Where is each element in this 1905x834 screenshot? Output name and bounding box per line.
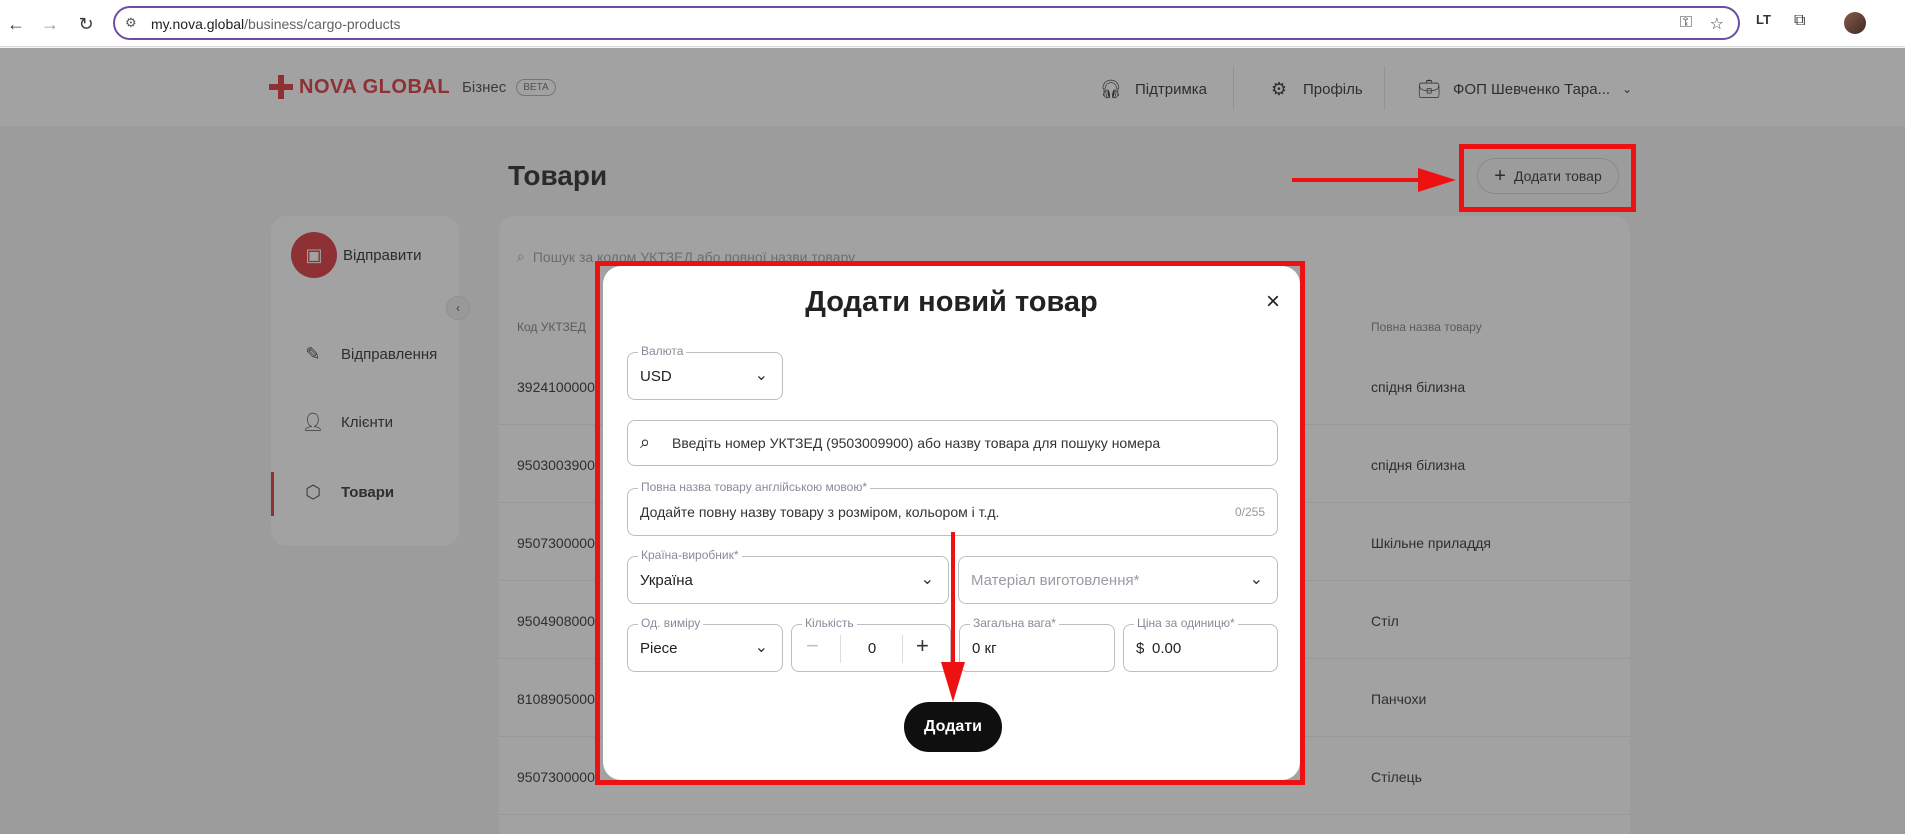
arrow-down-annotation bbox=[941, 532, 965, 702]
highlight-add-product bbox=[1459, 144, 1636, 212]
highlight-modal bbox=[595, 261, 1305, 785]
url-text: my.nova.global/business/cargo-products bbox=[151, 16, 401, 32]
translate-extension-icon[interactable]: LT bbox=[1756, 12, 1771, 27]
profile-avatar[interactable] bbox=[1844, 12, 1866, 34]
arrow-right-annotation bbox=[1292, 168, 1456, 192]
key-icon[interactable]: ⚿ bbox=[1680, 14, 1692, 32]
browser-toolbar: ← → ↻ ⚙ my.nova.global/business/cargo-pr… bbox=[0, 0, 1905, 47]
star-icon[interactable]: ☆ bbox=[1710, 14, 1724, 34]
address-bar[interactable]: ⚙ my.nova.global/business/cargo-products… bbox=[113, 6, 1740, 40]
reload-icon[interactable]: ↻ bbox=[74, 12, 98, 36]
back-icon[interactable]: ← bbox=[4, 12, 28, 36]
extensions-icon[interactable]: ⧉ bbox=[1794, 12, 1805, 30]
forward-icon[interactable]: → bbox=[38, 12, 62, 36]
site-settings-icon[interactable]: ⚙ bbox=[125, 15, 137, 31]
